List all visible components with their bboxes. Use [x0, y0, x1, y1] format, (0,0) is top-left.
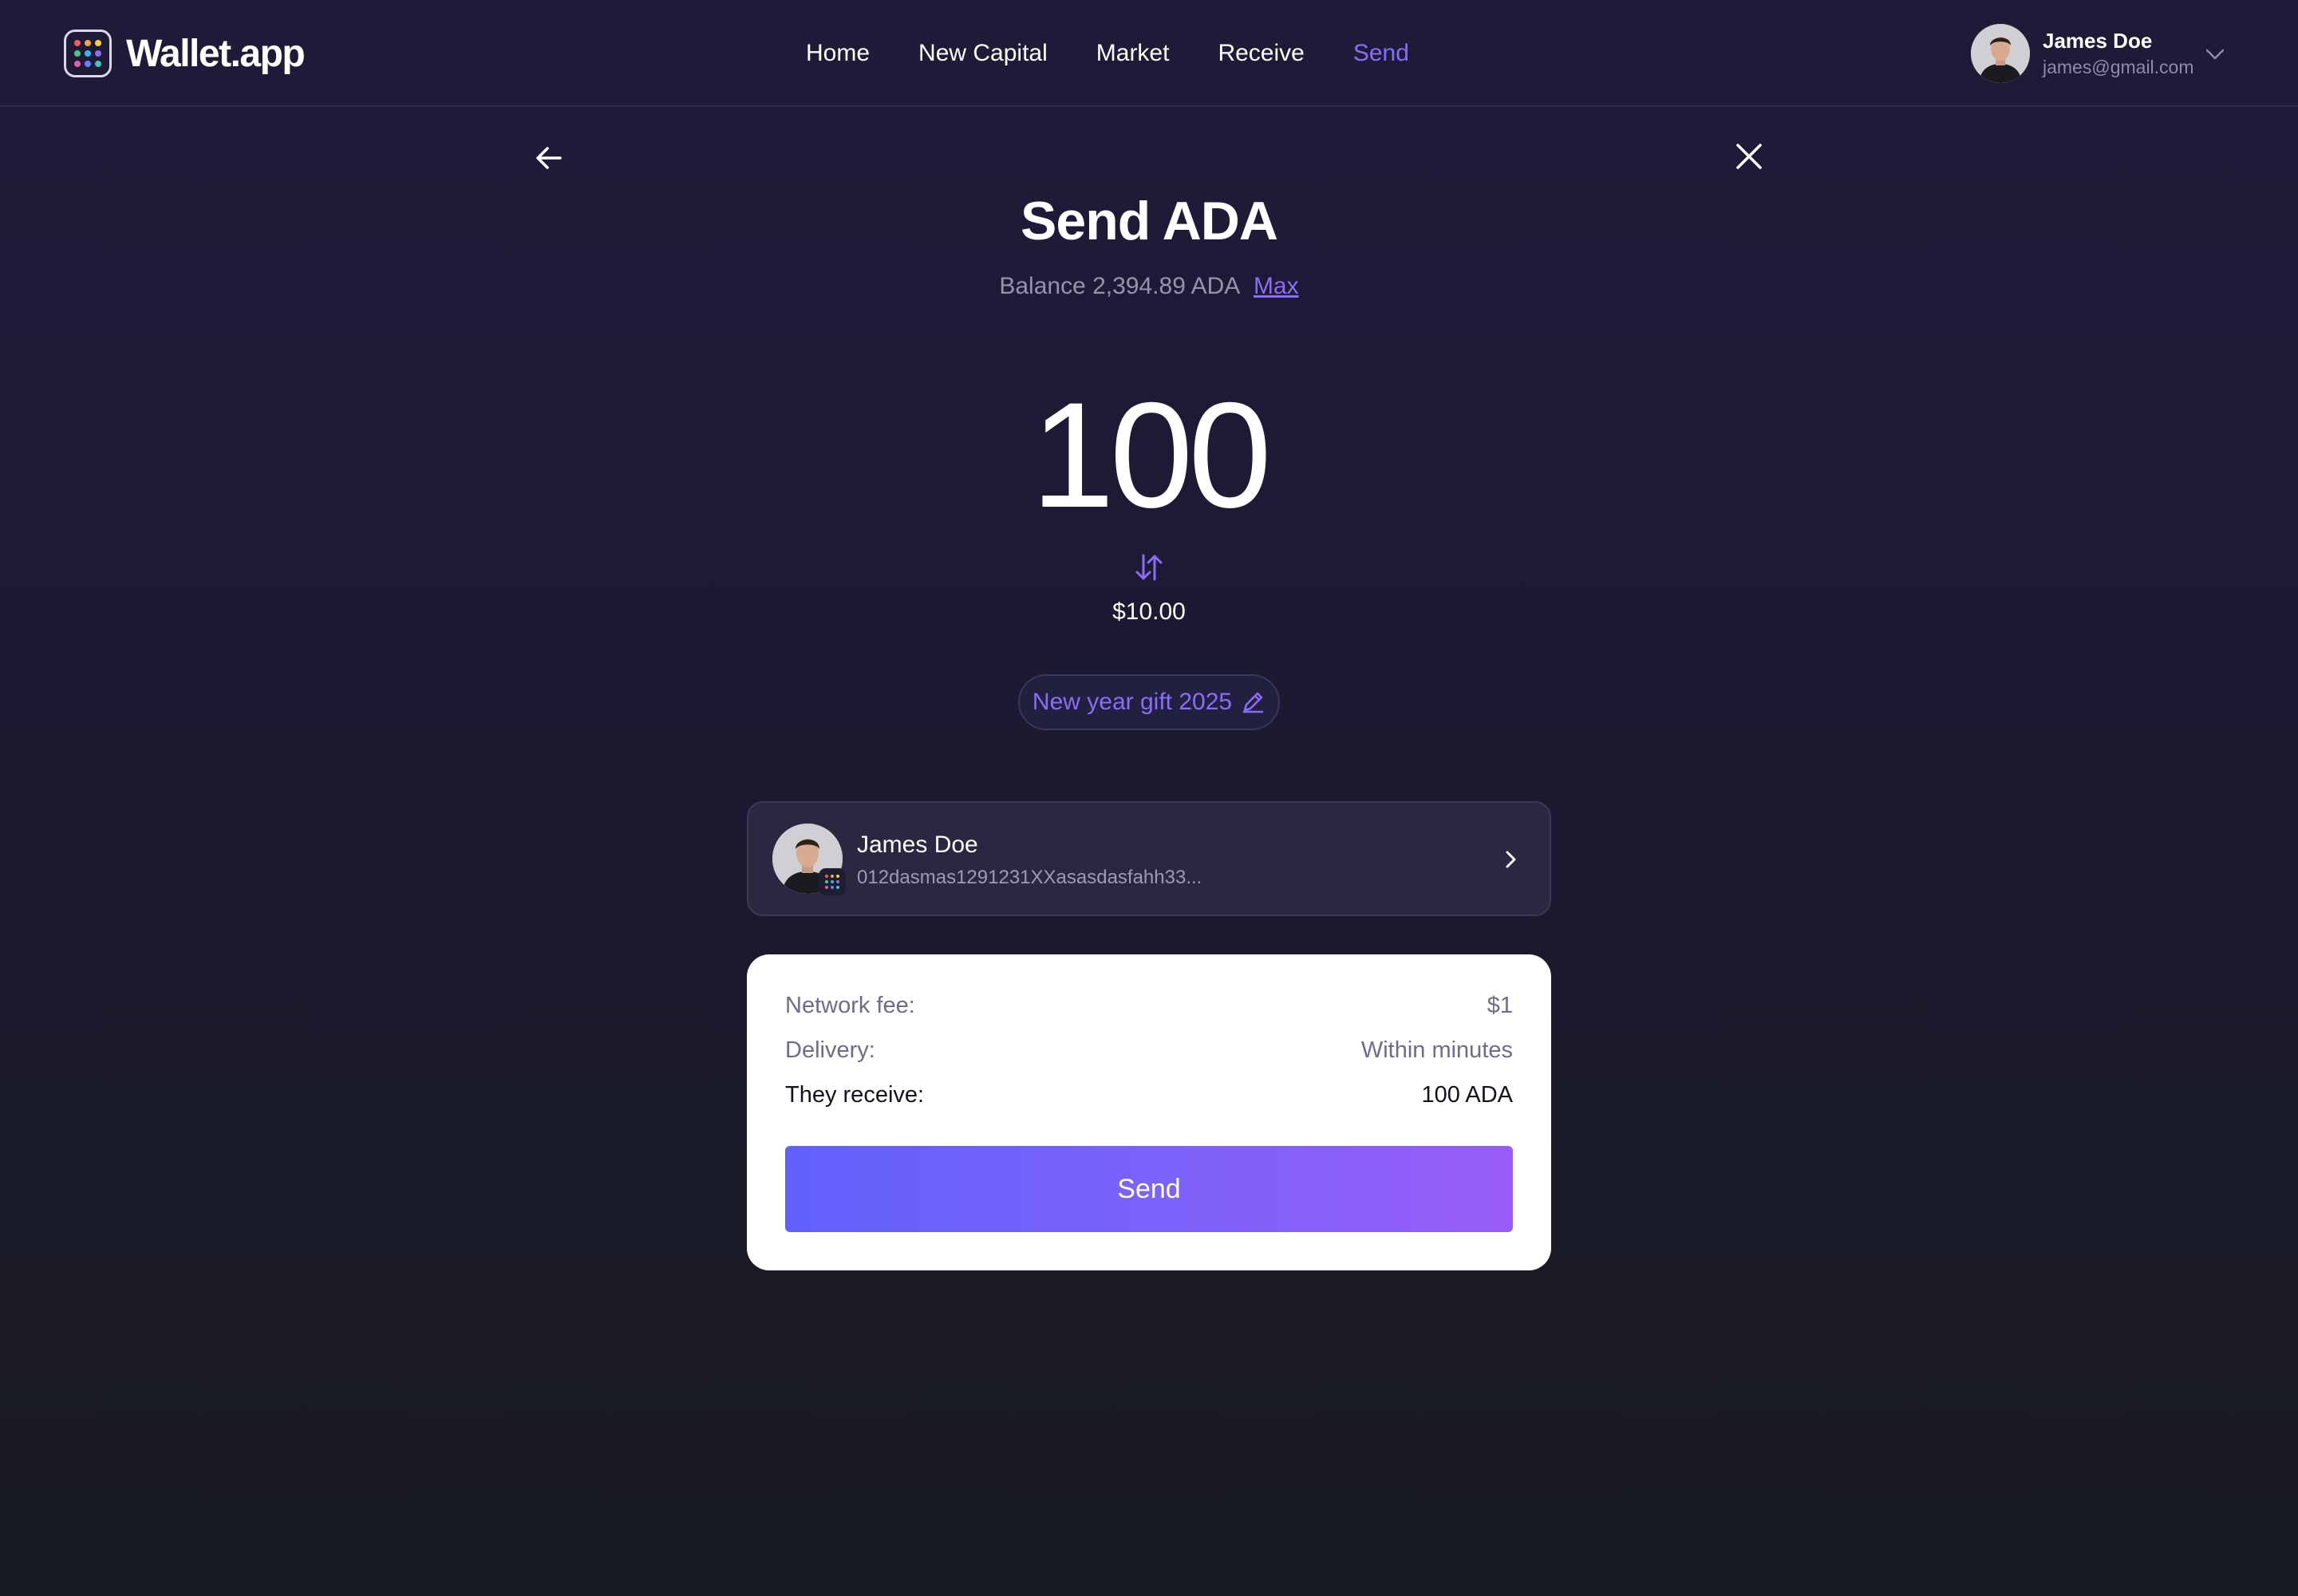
note-pill[interactable]: New year gift 2025 — [1018, 674, 1280, 730]
logo-dot — [74, 40, 81, 46]
logo-dot — [74, 61, 81, 67]
wallet-badge-icon — [819, 868, 846, 895]
logo-dot — [831, 880, 834, 883]
logo-dot — [836, 880, 839, 883]
logo-dot — [825, 880, 828, 883]
nav-item-new-capital[interactable]: New Capital — [918, 40, 1048, 67]
balance-text: Balance 2,394.89 ADA — [999, 273, 1239, 299]
fiat-value: $10.00 — [1112, 598, 1186, 625]
network-fee-value: $1 — [1487, 993, 1513, 1018]
top-navbar: Wallet.app Home New Capital Market Recei… — [0, 0, 2298, 107]
nav-item-send[interactable]: Send — [1353, 40, 1409, 67]
swap-arrows-icon[interactable] — [1135, 552, 1163, 583]
recipient-name: James Doe — [857, 832, 978, 858]
chevron-down-icon[interactable] — [2204, 43, 2226, 65]
delivery-label: Delivery: — [785, 1037, 875, 1063]
receive-label: They receive: — [785, 1082, 925, 1108]
page-title: Send ADA — [1021, 191, 1278, 251]
logo-dot — [95, 50, 101, 57]
recipient-address: 012dasmas1291231XXasasdasfahh33... — [857, 867, 1202, 888]
logo-dot — [95, 40, 101, 46]
logo-dot — [836, 875, 839, 878]
send-button[interactable]: Send — [785, 1146, 1513, 1232]
logo-dot — [825, 886, 828, 889]
delivery-value: Within minutes — [1360, 1037, 1513, 1063]
app-name: Wallet.app — [126, 32, 306, 75]
chevron-right-icon — [1506, 851, 1516, 868]
main-nav: Home New Capital Market Receive Send — [806, 0, 1458, 107]
receive-row: They receive: 100 ADA — [785, 1082, 1513, 1108]
max-link[interactable]: Max — [1254, 273, 1299, 299]
logo-grid-icon — [64, 30, 112, 77]
user-profile-menu[interactable]: James Doe james@gmail.com — [1971, 24, 2194, 83]
close-icon[interactable] — [1735, 142, 1763, 171]
user-name: James Doe — [2043, 29, 2153, 53]
recipient-card[interactable]: James Doe 012dasmas1291231XXasasdasfahh3… — [747, 801, 1551, 916]
balance-line: Balance 2,394.89 ADA Max — [0, 273, 2298, 300]
logo-dot — [831, 886, 834, 889]
nav-item-receive[interactable]: Receive — [1218, 40, 1304, 67]
network-fee-row: Network fee: $1 — [785, 993, 1513, 1019]
logo-dot — [95, 61, 101, 67]
amount-input[interactable]: 100 — [0, 375, 2298, 535]
user-email: james@gmail.com — [2043, 57, 2194, 77]
nav-item-market[interactable]: Market — [1096, 40, 1170, 67]
nav-item-home[interactable]: Home — [806, 40, 870, 67]
logo-dot — [825, 875, 828, 878]
pencil-icon — [1242, 692, 1264, 713]
network-fee-label: Network fee: — [785, 993, 915, 1018]
logo-dot — [836, 886, 839, 889]
logo-dot — [85, 50, 91, 57]
logo-dot — [85, 61, 91, 67]
logo-dot — [85, 40, 91, 46]
logo-dot — [831, 875, 834, 878]
transaction-summary: Network fee: $1 Delivery: Within minutes… — [747, 954, 1551, 1270]
delivery-row: Delivery: Within minutes — [785, 1037, 1513, 1064]
receive-value: 100 ADA — [1421, 1082, 1513, 1108]
user-avatar — [1971, 24, 2030, 83]
app-logo[interactable]: Wallet.app — [64, 30, 306, 77]
note-text: New year gift 2025 — [1032, 689, 1233, 715]
logo-dot — [74, 50, 81, 57]
arrow-left-icon[interactable] — [533, 142, 565, 174]
